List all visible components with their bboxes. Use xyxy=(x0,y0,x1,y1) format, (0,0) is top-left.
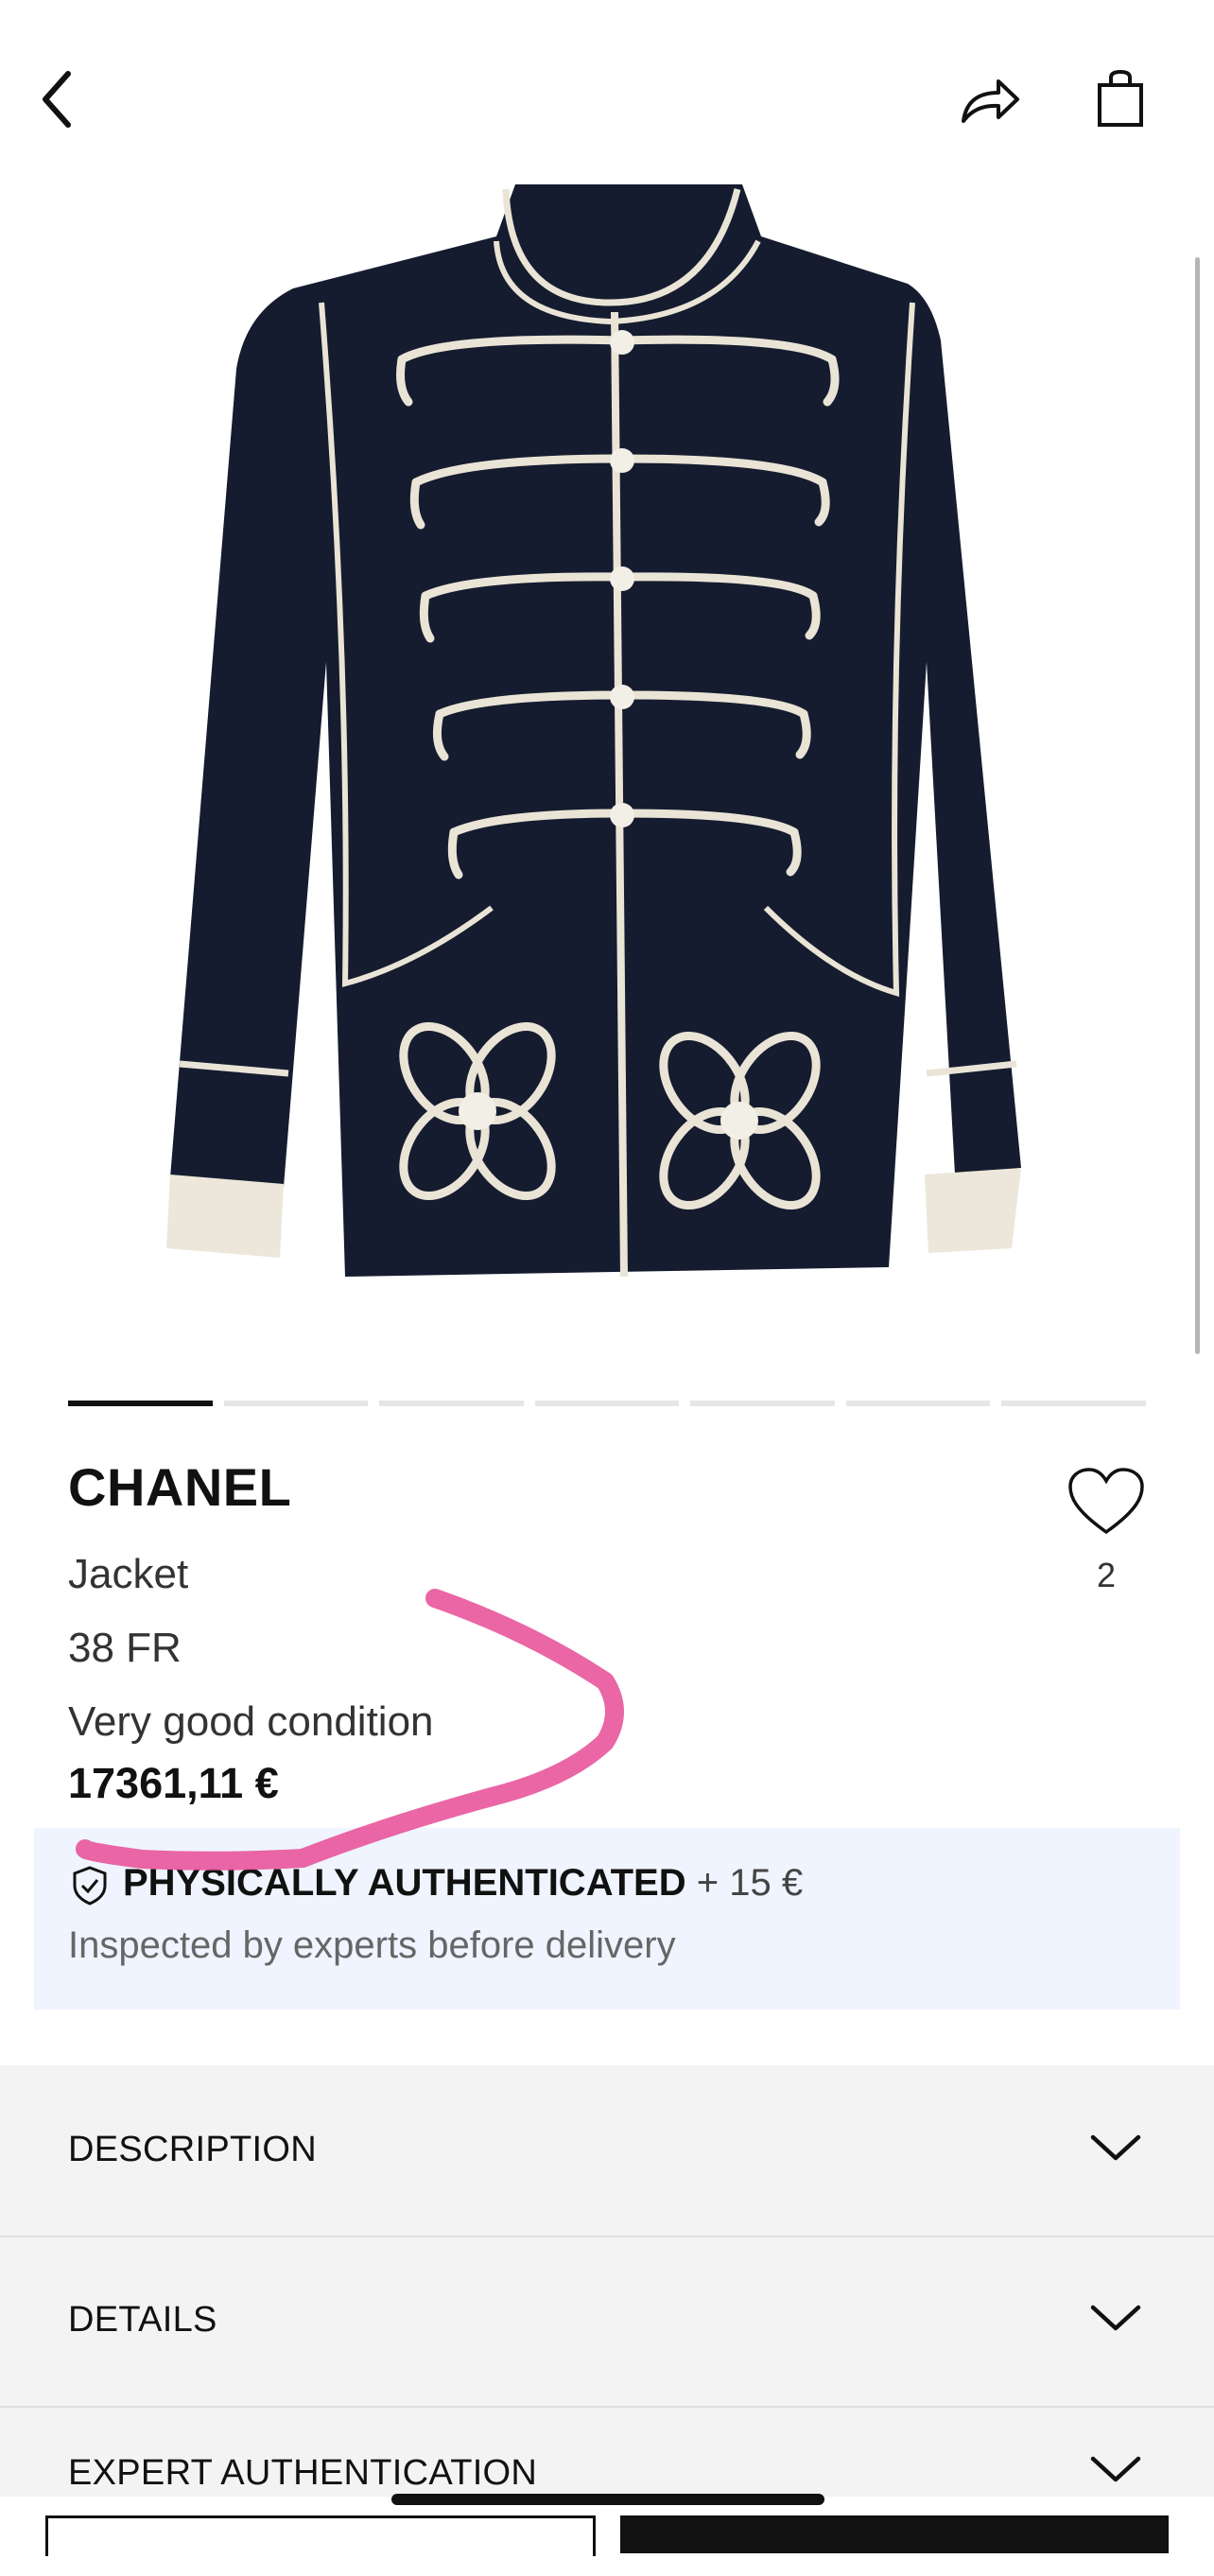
chevron-down-icon xyxy=(1090,2456,1141,2482)
product-price: 17361,11 € xyxy=(68,1759,279,1807)
shield-check-icon xyxy=(70,1865,110,1906)
make-offer-button[interactable] xyxy=(45,2515,596,2556)
product-image[interactable] xyxy=(132,170,1078,1286)
section-details[interactable]: DETAILS xyxy=(0,2236,1214,2408)
favorite-button[interactable] xyxy=(1067,1466,1146,1541)
chevron-left-icon xyxy=(43,71,71,128)
auth-title: PHYSICALLY AUTHENTICATED + 15 € xyxy=(123,1862,803,1905)
section-label: DETAILS xyxy=(68,2300,217,2340)
pager-dot[interactable] xyxy=(845,1401,991,1406)
pager-dot[interactable] xyxy=(223,1401,369,1406)
back-button[interactable] xyxy=(19,57,95,142)
carousel-scrollbar[interactable] xyxy=(1195,257,1200,1354)
share-button[interactable] xyxy=(945,62,1034,138)
pager-dot[interactable] xyxy=(690,1401,835,1406)
authentication-banner xyxy=(34,1828,1180,2010)
pager-dot[interactable] xyxy=(1001,1401,1147,1406)
accordion: DESCRIPTION DETAILS EXPERT AUTHENTICATIO… xyxy=(0,2065,1214,2531)
favorite-count: 2 xyxy=(1096,1556,1117,1594)
auth-subtitle: Inspected by experts before delivery xyxy=(68,1924,676,1966)
add-to-cart-button[interactable] xyxy=(620,2515,1169,2553)
product-condition: Very good condition xyxy=(68,1698,434,1745)
chevron-down-icon xyxy=(1090,2134,1141,2161)
auth-fee: + 15 € xyxy=(696,1862,804,1904)
section-label: EXPERT AUTHENTICATION xyxy=(68,2453,538,2493)
auth-title-text: PHYSICALLY AUTHENTICATED xyxy=(123,1862,686,1904)
pager-dot[interactable] xyxy=(68,1401,213,1406)
product-type: Jacket xyxy=(68,1551,189,1597)
home-indicator[interactable] xyxy=(391,2494,824,2505)
pager-dot[interactable] xyxy=(534,1401,680,1406)
cart-button[interactable] xyxy=(1087,61,1153,136)
pager-dot[interactable] xyxy=(379,1401,524,1406)
heart-icon xyxy=(1068,1468,1144,1535)
shopping-bag-icon xyxy=(1098,69,1143,127)
product-size: 38 FR xyxy=(68,1625,182,1671)
image-pager[interactable] xyxy=(68,1401,1147,1406)
jacket-illustration xyxy=(166,184,1021,1278)
brand-name: CHANEL xyxy=(68,1457,292,1517)
share-icon xyxy=(962,79,1019,123)
section-description[interactable]: DESCRIPTION xyxy=(0,2065,1214,2237)
section-label: DESCRIPTION xyxy=(68,2130,317,2169)
chevron-down-icon xyxy=(1090,2305,1141,2331)
